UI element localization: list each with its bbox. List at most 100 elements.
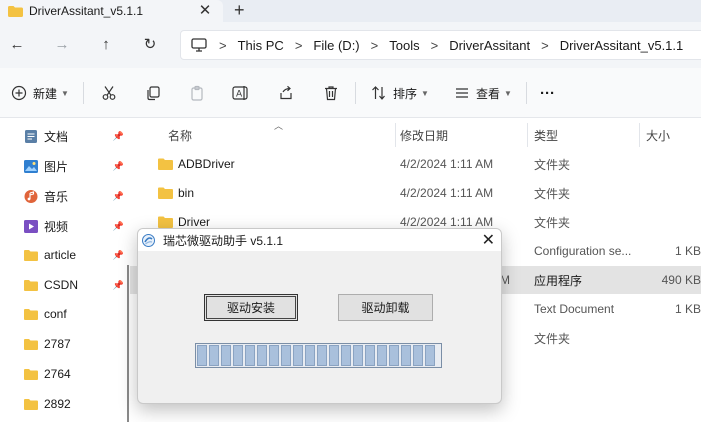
file-type: 文件夹	[534, 186, 571, 201]
file-name: Driver	[178, 215, 210, 229]
install-driver-button[interactable]: 驱动安装	[204, 294, 298, 321]
divider	[83, 82, 84, 104]
command-bar: 新建 ▼ A 排序 ▼ 查看 ▼ ···	[0, 68, 701, 118]
sidebar-item-article[interactable]: article 📌	[24, 244, 124, 266]
music-icon	[24, 189, 38, 203]
breadcrumb-separator: >	[294, 37, 303, 53]
progress-block	[221, 345, 231, 366]
sort-icon	[370, 84, 388, 102]
column-header-date[interactable]: 修改日期	[400, 125, 448, 145]
sidebar-item-2764[interactable]: 2764	[24, 363, 124, 385]
table-row[interactable]: bin 4/2/2024 1:11 AM 文件夹	[130, 179, 701, 207]
progress-block	[329, 345, 339, 366]
trash-icon	[322, 84, 340, 102]
sidebar-item-2892[interactable]: 2892	[24, 393, 124, 415]
tab-close-icon[interactable]: ✕	[196, 1, 214, 19]
dialog-titlebar[interactable]: 瑞芯微驱动助手 v5.1.1 ✕	[138, 229, 501, 251]
breadcrumb-tools[interactable]: Tools	[389, 38, 419, 53]
chevron-down-icon: ▼	[421, 88, 429, 98]
pin-icon: 📌	[112, 190, 124, 201]
file-date: M	[500, 273, 510, 287]
driver-assistant-dialog: 瑞芯微驱动助手 v5.1.1 ✕ 驱动安装 驱动卸载	[137, 228, 502, 404]
progress-block	[365, 345, 375, 366]
breadcrumb-current-folder[interactable]: DriverAssitant_v5.1.1	[560, 38, 684, 53]
sidebar-item-label: 2787	[44, 337, 71, 351]
sidebar-item-conf[interactable]: conf	[24, 303, 124, 325]
rename-button[interactable]: A	[232, 80, 250, 106]
file-name: ADBDriver	[178, 157, 235, 171]
file-type: Text Document	[534, 302, 615, 316]
share-button[interactable]	[277, 80, 295, 106]
sidebar-item-csdn[interactable]: CSDN 📌	[24, 274, 124, 296]
sidebar-item-pictures[interactable]: 图片 📌	[24, 155, 124, 177]
sidebar-item-2787[interactable]: 2787	[24, 333, 124, 355]
cut-button[interactable]	[100, 80, 118, 106]
back-button[interactable]: ←	[6, 33, 28, 55]
progress-block	[317, 345, 327, 366]
uninstall-driver-button[interactable]: 驱动卸载	[338, 294, 433, 321]
tab-bar: DriverAssitant_v5.1.1 ✕ +	[0, 0, 701, 22]
pin-icon: 📌	[112, 279, 124, 290]
column-divider[interactable]	[639, 123, 640, 147]
share-icon	[277, 84, 295, 102]
file-name-cell: bin	[158, 179, 388, 207]
new-button[interactable]: 新建 ▼	[10, 80, 69, 106]
column-divider[interactable]	[395, 123, 396, 147]
progress-bar	[195, 343, 442, 368]
new-button-label: 新建	[33, 86, 58, 101]
breadcrumb-driverassitant[interactable]: DriverAssitant	[449, 38, 530, 53]
progress-block	[305, 345, 315, 366]
new-tab-button[interactable]: +	[234, 0, 245, 20]
breadcrumb-drive[interactable]: File (D:)	[313, 38, 359, 53]
breadcrumb-separator: >	[219, 37, 227, 53]
progress-block	[413, 345, 423, 366]
dialog-close-icon[interactable]: ✕	[482, 230, 495, 250]
chevron-down-icon: ▼	[61, 88, 69, 98]
folder-icon	[24, 279, 38, 291]
file-type: 文件夹	[534, 215, 571, 230]
column-header-type[interactable]: 类型	[534, 125, 558, 145]
sort-button[interactable]: 排序 ▼	[370, 80, 429, 106]
sidebar-scrollbar[interactable]	[127, 265, 129, 422]
scissors-icon	[100, 84, 118, 102]
pin-icon: 📌	[112, 249, 124, 260]
progress-block	[197, 345, 207, 366]
rename-icon: A	[232, 84, 250, 102]
forward-button[interactable]: →	[51, 33, 73, 55]
file-type: 文件夹	[534, 331, 571, 346]
address-bar[interactable]: > This PC > File (D:) > Tools > DriverAs…	[180, 30, 701, 60]
rockchip-logo-icon	[142, 233, 155, 247]
sidebar-item-videos[interactable]: 视频 📌	[24, 215, 124, 237]
up-button[interactable]: ↑	[95, 33, 117, 55]
sidebar-item-music[interactable]: 音乐 📌	[24, 185, 124, 207]
sidebar-item-label: 图片	[44, 159, 69, 174]
breadcrumb-separator: >	[370, 37, 379, 53]
paste-button[interactable]	[188, 80, 206, 106]
pin-icon: 📌	[112, 160, 124, 171]
breadcrumb-this-pc[interactable]: This PC	[238, 38, 284, 53]
sidebar-item-label: article	[44, 248, 77, 262]
sidebar-item-documents[interactable]: 文档 📌	[24, 125, 124, 147]
file-size: 1 KB	[674, 302, 701, 316]
column-header-name[interactable]: 名称	[168, 125, 192, 145]
navigation-pane: 文档 📌 图片 📌 音乐 📌 视频 📌 article 📌 CSDN 📌 con…	[0, 119, 128, 422]
progress-block	[257, 345, 267, 366]
sort-button-label: 排序	[393, 86, 418, 101]
file-type: 文件夹	[534, 157, 571, 172]
more-options-button[interactable]: ···	[540, 80, 555, 106]
tab-driverassitant[interactable]: DriverAssitant_v5.1.1 ✕	[0, 0, 223, 22]
monitor-icon	[191, 38, 207, 52]
folder-icon	[24, 249, 38, 261]
table-row[interactable]: ADBDriver 4/2/2024 1:11 AM 文件夹	[130, 150, 701, 178]
folder-icon	[158, 216, 173, 228]
column-divider[interactable]	[527, 123, 528, 147]
view-button[interactable]: 查看 ▼	[453, 80, 512, 106]
folder-icon	[158, 187, 173, 199]
file-date: 4/2/2024 1:11 AM	[400, 186, 494, 200]
copy-button[interactable]	[144, 80, 162, 106]
pin-icon: 📌	[112, 220, 124, 231]
sidebar-item-label: 2892	[44, 397, 71, 411]
column-header-size[interactable]: 大小	[646, 125, 670, 145]
refresh-button[interactable]: ↻	[139, 33, 161, 55]
delete-button[interactable]	[322, 80, 340, 106]
